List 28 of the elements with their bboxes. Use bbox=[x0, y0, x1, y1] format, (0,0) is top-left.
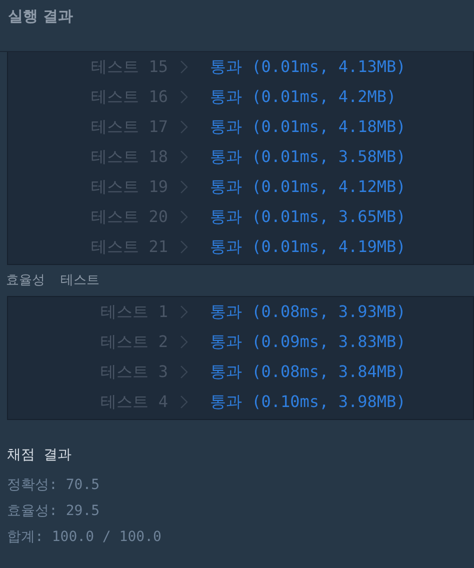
score-line: 효율성: 29.5 bbox=[7, 502, 101, 520]
chevron-right-icon bbox=[180, 150, 188, 164]
test-result: 통과 (0.01ms, 4.2MB) bbox=[210, 86, 396, 108]
test-result: 통과 (0.01ms, 4.13MB) bbox=[210, 56, 406, 78]
grading-title: 채점 결과 bbox=[7, 446, 72, 464]
chevron-right-icon bbox=[180, 180, 188, 194]
test-result: 통과 (0.10ms, 3.98MB) bbox=[210, 392, 406, 412]
score-line: 정확성: 70.5 bbox=[7, 476, 101, 494]
chevron-right-icon bbox=[180, 335, 188, 349]
chevron-right-icon bbox=[180, 90, 188, 104]
test-result: 통과 (0.01ms, 4.19MB) bbox=[210, 236, 406, 258]
chevron-right-icon bbox=[180, 365, 188, 379]
test-result: 통과 (0.08ms, 3.93MB) bbox=[210, 302, 406, 322]
score-line: 합계: 100.0 / 100.0 bbox=[7, 528, 162, 546]
chevron-right-icon bbox=[180, 240, 188, 254]
chevron-right-icon bbox=[180, 210, 188, 224]
test-result: 통과 (0.01ms, 3.58MB) bbox=[210, 146, 406, 168]
chevron-right-icon bbox=[180, 60, 188, 74]
test-result: 통과 (0.01ms, 4.18MB) bbox=[210, 116, 406, 138]
panel-title: 실행 결과 bbox=[8, 7, 74, 25]
chevron-right-icon bbox=[180, 305, 188, 319]
section-title: 효율성 테스트 bbox=[5, 272, 101, 290]
test-result: 통과 (0.09ms, 3.83MB) bbox=[210, 332, 406, 352]
test-result: 통과 (0.01ms, 3.65MB) bbox=[210, 206, 406, 228]
chevron-right-icon bbox=[180, 395, 188, 409]
chevron-right-icon bbox=[180, 120, 188, 134]
test-result: 통과 (0.08ms, 3.84MB) bbox=[210, 362, 406, 382]
test-result: 통과 (0.01ms, 4.12MB) bbox=[210, 176, 406, 198]
